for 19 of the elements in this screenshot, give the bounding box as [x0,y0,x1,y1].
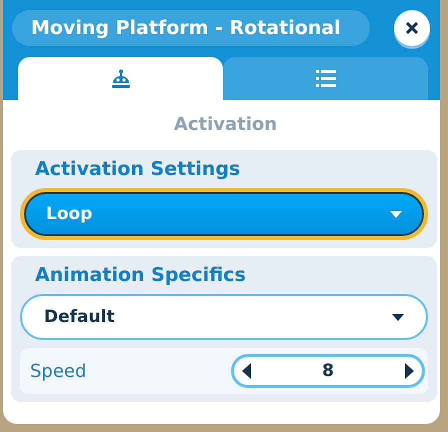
tab[interactable] [18,57,223,100]
window-title: Moving Platform - Rotational [12,10,370,46]
increase-button[interactable] [405,363,414,379]
right-arrow-icon [405,363,414,379]
left-arrow-icon [242,363,251,379]
robot-icon [110,68,130,88]
list-icon [316,70,336,87]
speed-label: Speed [30,360,86,382]
caret-icon [392,314,404,320]
speed-value: 8 [322,361,334,381]
page-heading: Activation [172,113,278,137]
close-icon [406,22,418,34]
section-title: Animation Specifics [34,264,247,286]
dropdown[interactable]: Default [20,294,428,340]
section-title: Activation Settings [34,158,242,180]
close-button[interactable] [394,10,430,46]
decrease-button[interactable] [242,363,251,379]
speed-stepper[interactable]: 8 [231,354,425,388]
caret-icon [390,210,402,218]
